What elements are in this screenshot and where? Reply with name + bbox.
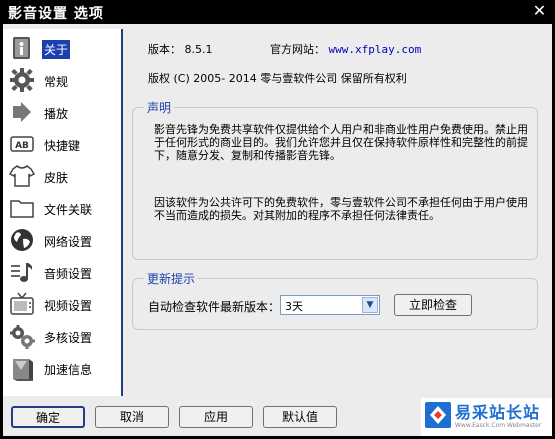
globe-icon: [11, 229, 33, 251]
audio-note-icon: [11, 263, 33, 282]
ok-button[interactable]: 确定: [11, 406, 85, 428]
auto-check-label: 自动检查软件最新版本：: [148, 300, 281, 314]
tv-icon: [10, 292, 34, 315]
cancel-button[interactable]: 取消: [95, 406, 169, 428]
sidebar-item-multicore[interactable]: 多核设置: [7, 321, 121, 351]
version-value: 8.5.1: [184, 43, 213, 56]
copyright-text: 版权 (C) 2005- 2014 零与壹软件公司 保留所有权利: [148, 72, 407, 85]
sidebar-item-label: 加速信息: [44, 363, 93, 377]
watermark: 易采站长站 Www.Easck.Com Webmaster: [421, 398, 552, 436]
sidebar-item-label: 皮肤: [44, 171, 69, 185]
sidebar-item-label: 文件关联: [44, 203, 93, 217]
sidebar-item-audio[interactable]: 音频设置: [7, 257, 121, 287]
version-label: 版本：: [148, 43, 181, 56]
chevron-down-icon[interactable]: ▼: [362, 297, 378, 313]
sidebar-item-label: 关于: [42, 40, 71, 59]
watermark-logo-icon: [425, 402, 451, 428]
sidebar-item-label: 快捷键: [44, 139, 81, 153]
version-row: 版本： 8.5.1: [148, 41, 213, 57]
svg-text:AB: AB: [15, 141, 29, 151]
sidebar-item-acceleration[interactable]: 加速信息: [7, 353, 121, 383]
window-title: 影音设置 选项: [8, 6, 104, 22]
sidebar-item-about[interactable]: 关于: [7, 33, 121, 63]
watermark-sub: Www.Easck.Com Webmaster: [455, 422, 542, 429]
sidebar-item-label: 播放: [44, 107, 69, 121]
close-button[interactable]: ✕: [530, 2, 549, 21]
sidebar-item-shortcuts[interactable]: AB 快捷键: [7, 129, 121, 159]
settings-window: 影音设置 选项 ✕ 关于 常规 播放 AB 快捷键 皮肤 文件关联 网络设置 音…: [0, 0, 555, 439]
title-bar[interactable]: 影音设置 选项 ✕: [0, 0, 555, 24]
sidebar-item-skin[interactable]: 皮肤: [7, 161, 121, 191]
watermark-name: 易采站长站: [455, 403, 541, 422]
multi-gear-icon: [10, 325, 35, 349]
sidebar-item-general[interactable]: 常规: [7, 65, 121, 95]
statement-paragraph-1: 影音先锋为免费共享软件仅提供给个人用户和非商业性用户免费使用。禁止用于任何形式的…: [154, 123, 528, 162]
website-link[interactable]: www.xfplay.com: [329, 43, 422, 56]
play-arrow-icon: [13, 102, 31, 122]
default-button[interactable]: 默认值: [263, 406, 337, 428]
sidebar-item-label: 多核设置: [44, 331, 93, 345]
sidebar-item-video[interactable]: 视频设置: [7, 289, 121, 319]
website-row: 官方网站： www.xfplay.com: [270, 41, 421, 57]
sidebar-item-file-association[interactable]: 文件关联: [7, 193, 121, 223]
sidebar-item-label: 视频设置: [44, 299, 93, 313]
client-area: 关于 常规 播放 AB 快捷键 皮肤 文件关联 网络设置 音频设置 视频设置 多…: [3, 24, 552, 436]
about-panel: 版本： 8.5.1 官方网站： www.xfplay.com 版权 (C) 20…: [126, 29, 552, 396]
shirt-icon: [9, 165, 35, 187]
update-interval-value: 3天: [285, 300, 303, 313]
keyboard-ab-icon: AB: [10, 136, 34, 152]
statement-paragraph-2: 因该软件为公共许可下的免费软件，零与壹软件公司不承担任何由于用户使用不当而造成的…: [154, 196, 528, 222]
check-now-button[interactable]: 立即检查: [394, 294, 472, 316]
about-book-icon: [13, 37, 30, 59]
statement-title: 声明: [144, 99, 175, 116]
sidebar-item-network[interactable]: 网络设置: [7, 225, 121, 255]
apply-button[interactable]: 应用: [179, 406, 253, 428]
dialog-buttons: 确定 取消 应用 默认值 易采站长站 Www.Easck.Com Webmast…: [3, 398, 552, 436]
sidebar-item-label: 网络设置: [44, 235, 93, 249]
gear-icon: [10, 68, 34, 92]
sidebar: 关于 常规 播放 AB 快捷键 皮肤 文件关联 网络设置 音频设置 视频设置 多…: [3, 29, 123, 396]
sidebar-item-playback[interactable]: 播放: [7, 97, 121, 127]
update-title: 更新提示: [144, 270, 199, 287]
website-label: 官方网站：: [270, 43, 325, 56]
acceleration-icon: [13, 359, 33, 381]
sidebar-item-label: 常规: [44, 75, 69, 89]
folder-icon: [10, 200, 34, 218]
sidebar-item-label: 音频设置: [44, 267, 93, 281]
update-interval-select[interactable]: 3天 ▼: [280, 295, 380, 315]
